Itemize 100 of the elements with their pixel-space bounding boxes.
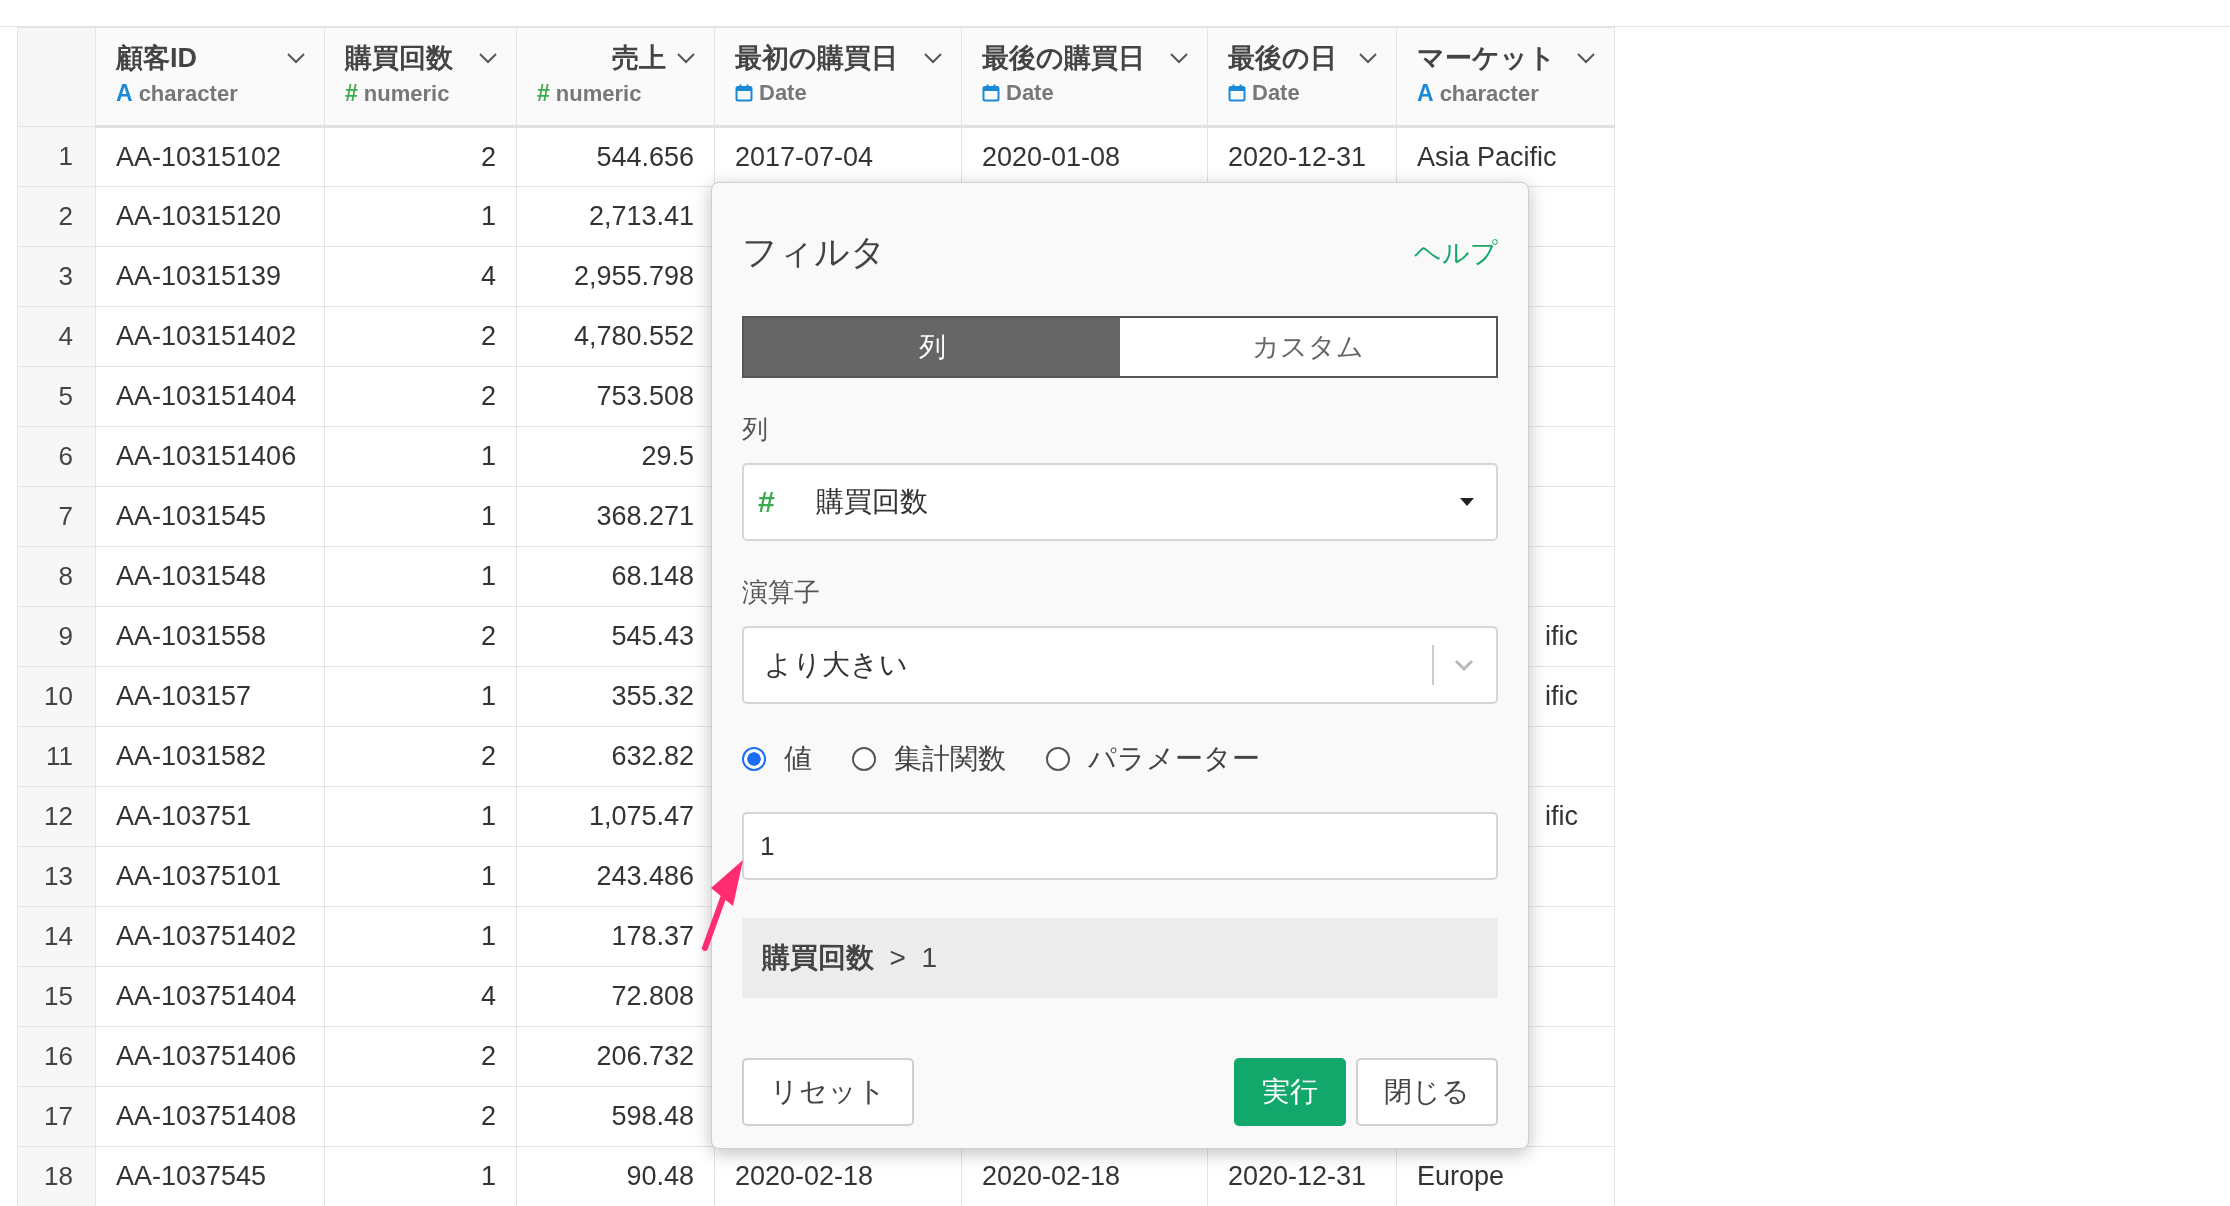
table-cell: 544.656 [596,141,694,172]
table-cell: Europe [1417,1161,1505,1191]
chevron-down-icon[interactable] [1576,52,1596,64]
column-type: Date [759,80,807,106]
radio-label: 値 [784,742,812,776]
column-select[interactable]: # 購買回数 [742,463,1498,541]
chevron-down-icon[interactable] [1358,52,1378,64]
table-cell-text: ific [1544,681,1578,712]
column-name: マーケット [1417,42,1556,75]
table-cell: 1 [480,921,496,951]
dialog-title: フィルタ [742,231,886,273]
chevron-down-icon[interactable] [923,52,943,64]
radio-button[interactable] [852,747,876,771]
chevron-down-icon[interactable] [478,52,498,64]
table-cell: 1 [480,681,496,711]
operator-select[interactable]: より大きい [742,626,1498,704]
row-number: 18 [44,1161,73,1191]
radio-button[interactable] [1046,747,1070,771]
table-cell: 545.43 [611,621,694,651]
table-cell: AA-103751406 [116,1041,297,1071]
table-cell: 2 [480,321,496,351]
table-cell: 2020-01-08 [982,141,1121,172]
table-cell: 2,955.798 [573,261,694,291]
table-cell: 29.5 [641,441,694,471]
table-cell: AA-103151406 [116,441,297,471]
chevron-down-icon[interactable] [676,52,696,64]
mode-tab[interactable]: 列 [744,318,1120,376]
row-number: 16 [44,1041,73,1071]
row-number: 10 [44,681,73,711]
column-type: numeric [555,80,642,107]
table-cell: 2020-02-18 [735,1161,874,1191]
row-number: 2 [58,201,73,231]
row-number: 14 [44,921,73,951]
table-cell: AA-103151402 [116,321,297,351]
table-cell: 632.82 [611,741,694,771]
table-cell: 178.37 [611,921,694,951]
table-cell: 4 [480,261,496,291]
row-number: 1 [58,141,73,171]
type-icon: A [116,80,133,107]
table-cell: 368.271 [596,501,694,531]
table-cell: 1 [480,801,496,831]
table-cell: AA-103751408 [116,1101,297,1131]
radio-label: パラメーター [1088,742,1260,776]
table-cell: 355.32 [611,681,694,711]
table-cell: AA-10315120 [116,201,282,231]
column-name: 売上 [612,42,666,75]
column-type: character [138,80,238,107]
column-type: Date [1006,80,1054,106]
column-name: 最初の購買日 [735,42,898,75]
table-cell: AA-103751 [116,801,252,831]
column-type: Date [1252,80,1300,106]
type-icon: A [1417,80,1434,107]
table-cell: Asia Pacific [1417,141,1557,172]
table-cell: 2017-07-04 [735,141,874,172]
type-icon: # [537,80,550,107]
calendar-icon [1228,84,1246,102]
chevron-down-icon [1454,659,1474,671]
column-type: numeric [363,80,450,107]
table-cell: 2020-12-31 [1228,1161,1367,1191]
action-button[interactable]: リセット [742,1058,914,1126]
table-cell: 2 [480,381,496,411]
table-cell: AA-1031545 [116,501,267,531]
mode-tab[interactable]: カスタム [1120,318,1496,376]
row-number: 7 [58,501,73,531]
table-cell: 4 [480,981,496,1011]
field-label: 列 [742,413,769,446]
table-cell: 1 [480,441,496,471]
table-cell-text: ific [1544,621,1578,652]
calendar-icon [982,84,1000,102]
table-cell: 753.508 [596,381,694,411]
table-cell: 2020-02-18 [982,1161,1121,1191]
row-number: 3 [58,261,73,291]
caret-icon [1460,498,1474,506]
field-label: 演算子 [742,576,821,609]
row-number: 4 [58,321,73,351]
table-cell: AA-103151404 [116,381,297,411]
table-cell: 2020-12-31 [1228,141,1367,172]
radio-button[interactable] [742,747,766,771]
table-cell: AA-10315139 [116,261,282,291]
action-button[interactable]: 閉じる [1356,1058,1498,1126]
table-cell: 2 [480,1041,496,1071]
table-cell-text: ific [1544,801,1578,832]
table-cell: 243.486 [596,861,694,891]
type-icon: # [345,80,358,107]
table-cell: 2 [480,141,496,172]
column-name: 顧客ID [116,42,197,75]
chevron-down-icon[interactable] [1169,52,1189,64]
row-number: 5 [58,381,73,411]
table-cell: 68.148 [611,561,694,591]
row-number: 11 [46,741,73,771]
table-cell: 2 [480,621,496,651]
value-input[interactable]: 1 [742,812,1498,880]
table-cell: AA-103157 [116,681,252,711]
table-cell: AA-103751402 [116,921,297,951]
table-cell: 598.48 [611,1101,694,1131]
row-number: 6 [58,441,73,471]
chevron-down-icon[interactable] [286,52,306,64]
row-number: 13 [44,861,73,891]
column-name: 最後の日 [1228,42,1337,75]
table-cell: 1 [480,861,496,891]
